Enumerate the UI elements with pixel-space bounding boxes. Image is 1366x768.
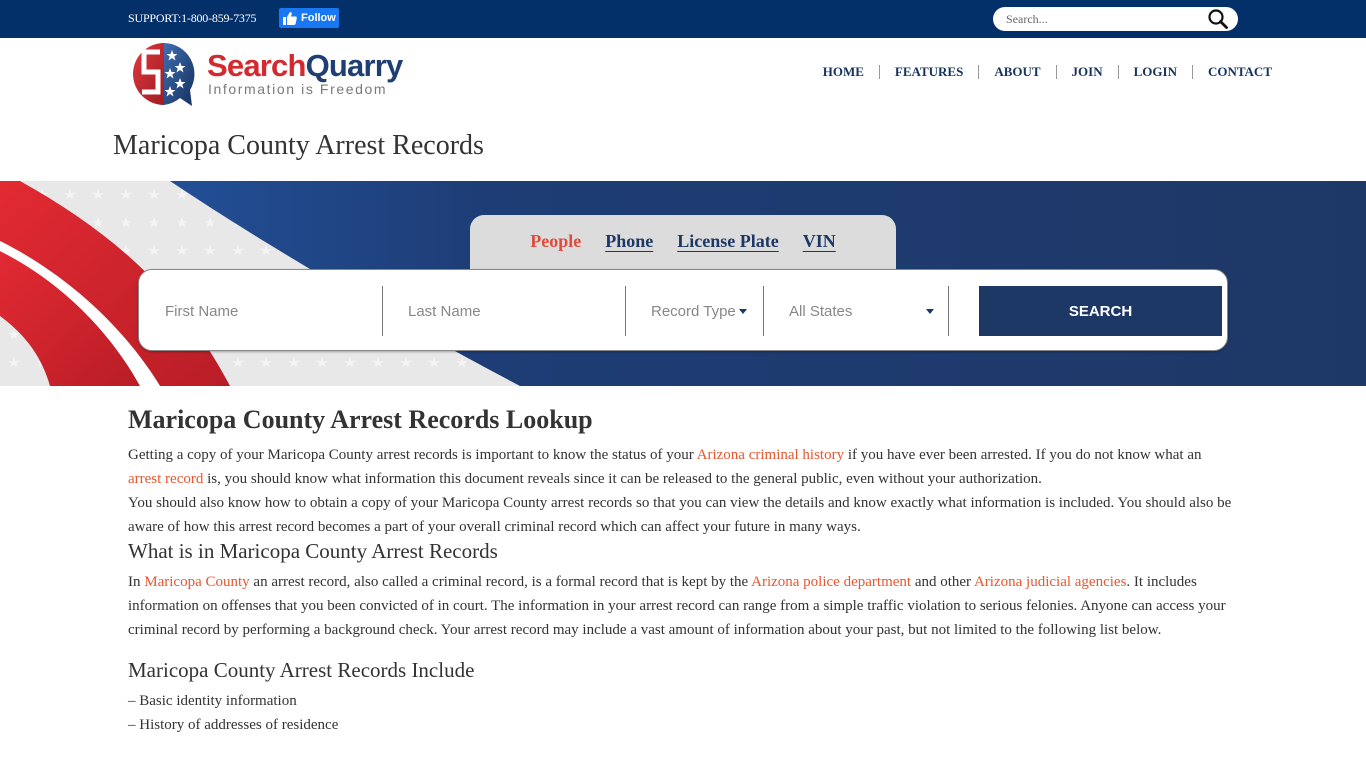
main-nav: HOME FEATURES ABOUT JOIN LOGIN CONTACT bbox=[808, 64, 1272, 80]
link-arizona-criminal-history[interactable]: Arizona criminal history bbox=[697, 447, 844, 463]
field-divider bbox=[625, 286, 626, 336]
link-maricopa-county[interactable]: Maricopa County bbox=[144, 574, 249, 590]
field-divider bbox=[763, 286, 764, 336]
thumbs-up-icon bbox=[283, 11, 297, 25]
first-name-field bbox=[165, 286, 380, 336]
follow-label: Follow bbox=[301, 12, 336, 24]
logo-tagline: Information is Freedom bbox=[208, 81, 388, 97]
link-arizona-judicial-agencies[interactable]: Arizona judicial agencies bbox=[974, 574, 1126, 590]
nav-join[interactable]: JOIN bbox=[1057, 64, 1118, 80]
tab-vin[interactable]: VIN bbox=[803, 231, 836, 253]
chevron-down-icon bbox=[926, 308, 934, 314]
search-icon[interactable] bbox=[1207, 9, 1229, 29]
facebook-follow-button[interactable]: Follow bbox=[279, 8, 339, 28]
nav-about[interactable]: ABOUT bbox=[979, 64, 1055, 80]
record-type-value: Record Type bbox=[651, 302, 736, 320]
first-name-input[interactable] bbox=[165, 302, 380, 320]
text: is, you should know what information thi… bbox=[203, 471, 1042, 487]
nav-features[interactable]: FEATURES bbox=[880, 64, 978, 80]
article-heading: Maricopa County Arrest Records Lookup bbox=[128, 405, 593, 434]
top-search-input[interactable] bbox=[1006, 10, 1196, 28]
list-item: – History of addresses of residence bbox=[128, 717, 339, 733]
state-value: All States bbox=[789, 302, 853, 320]
nav-login[interactable]: LOGIN bbox=[1119, 64, 1192, 80]
searchquarry-logo[interactable]: SearchQuarry Information is Freedom bbox=[130, 40, 430, 110]
chevron-down-icon bbox=[738, 308, 747, 314]
section-heading-include: Maricopa County Arrest Records Include bbox=[128, 658, 475, 682]
search-button[interactable]: SEARCH bbox=[979, 286, 1222, 336]
text: an arrest record, also called a criminal… bbox=[249, 574, 752, 590]
text: Getting a copy of your Maricopa County a… bbox=[128, 447, 697, 463]
logo-wordmark: SearchQuarry bbox=[207, 48, 404, 83]
tab-phone[interactable]: Phone bbox=[605, 231, 653, 253]
text: if you have ever been arrested. If you d… bbox=[844, 447, 1202, 463]
tab-license-plate[interactable]: License Plate bbox=[677, 231, 778, 253]
page-title: Maricopa County Arrest Records bbox=[113, 130, 484, 161]
nav-contact[interactable]: CONTACT bbox=[1193, 64, 1272, 80]
field-divider bbox=[382, 286, 383, 336]
link-arizona-police-department[interactable]: Arizona police department bbox=[751, 574, 911, 590]
article-content: Maricopa County Arrest Records Lookup Ge… bbox=[128, 404, 1238, 737]
logo-wordmark-search: Search bbox=[207, 48, 306, 83]
top-bar: SUPPORT:1-800-859-7375 Follow bbox=[0, 0, 1366, 38]
state-select[interactable]: All States bbox=[789, 286, 934, 336]
link-arrest-record[interactable]: arrest record bbox=[128, 471, 203, 487]
logo-emblem-icon bbox=[133, 43, 195, 106]
second-paragraph: You should also know how to obtain a cop… bbox=[128, 495, 1232, 535]
list-item: – Basic identity information bbox=[128, 693, 297, 709]
top-search-box bbox=[993, 7, 1238, 31]
section-heading-what-is: What is in Maricopa County Arrest Record… bbox=[128, 539, 498, 563]
last-name-field bbox=[408, 286, 623, 336]
record-type-select[interactable]: Record Type bbox=[651, 286, 761, 336]
field-divider bbox=[948, 286, 949, 336]
text: and other bbox=[911, 574, 974, 590]
records-include-list: – Basic identity information – History o… bbox=[128, 689, 1238, 737]
intro-paragraph: Getting a copy of your Maricopa County a… bbox=[128, 443, 1238, 491]
text: In bbox=[128, 574, 145, 590]
definition-paragraph: In Maricopa County an arrest record, als… bbox=[128, 570, 1238, 642]
people-search-form: Record Type All States SEARCH bbox=[138, 269, 1228, 351]
tab-people[interactable]: People bbox=[530, 231, 581, 253]
search-type-tabs: People Phone License Plate VIN bbox=[470, 215, 896, 275]
nav-home[interactable]: HOME bbox=[808, 64, 879, 80]
last-name-input[interactable] bbox=[408, 302, 623, 320]
hero-search-banner: People Phone License Plate VIN Record Ty… bbox=[0, 181, 1366, 386]
logo-wordmark-quarry: Quarry bbox=[305, 48, 404, 83]
support-phone: SUPPORT:1-800-859-7375 bbox=[128, 11, 257, 25]
